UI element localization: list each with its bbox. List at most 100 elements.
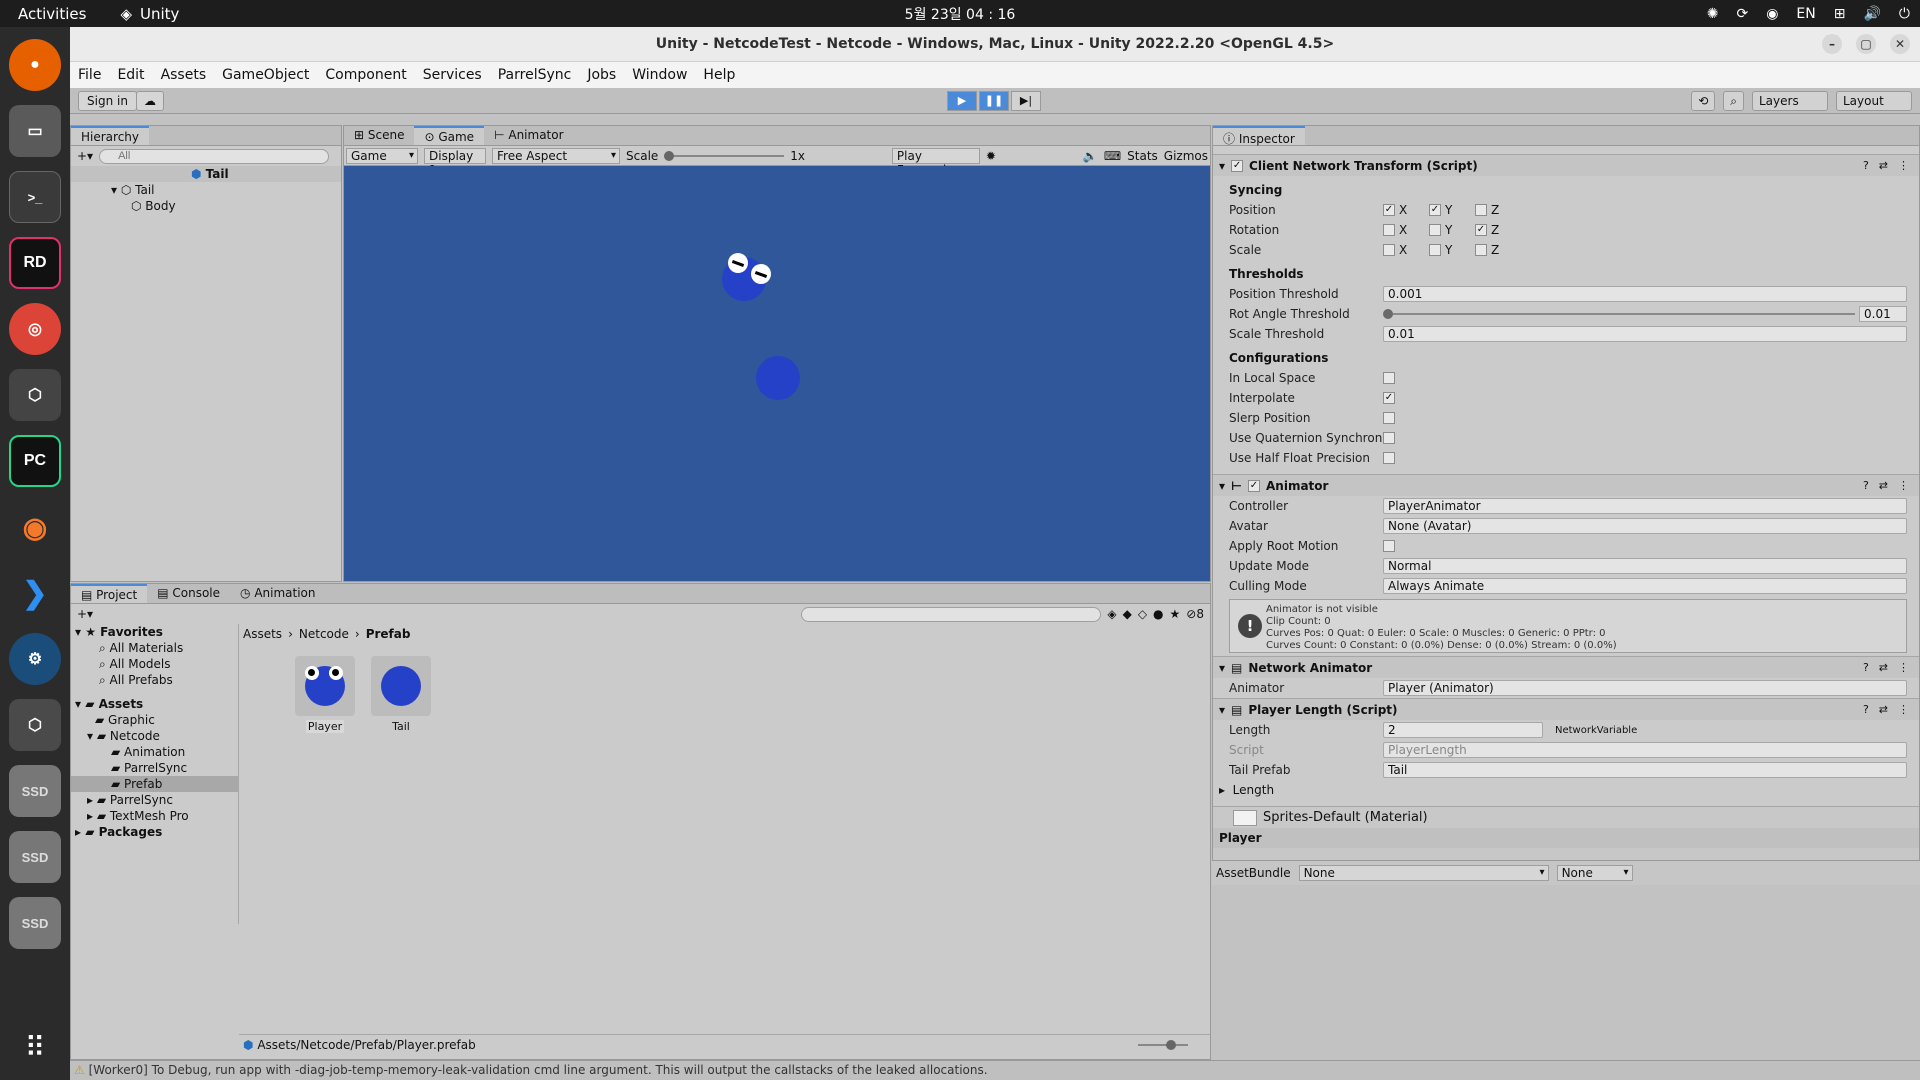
asset-tail-prefab[interactable]: Tail [371,656,431,733]
tab-animation[interactable]: ◷ Animation [230,584,325,603]
add-icon[interactable]: +▾ [77,149,93,163]
help-icon[interactable]: ? [1863,661,1869,674]
rot-angle-threshold-field[interactable]: 0.01 [1859,306,1907,322]
folder-item[interactable]: ▸ ▰ TextMesh Pro [71,808,238,824]
search-icon[interactable]: ⌕ [1723,91,1744,111]
avatar-field[interactable]: None (Avatar) [1383,518,1907,534]
blender-icon[interactable]: ◉ [9,501,61,553]
files-icon[interactable]: ▭ [9,105,61,157]
menu-services[interactable]: Services [423,67,482,83]
tab-scene[interactable]: ⊞ Scene [344,126,414,145]
favorites-item[interactable]: ⌕ All Materials [71,640,238,656]
filter-label-icon[interactable]: ◆ [1123,607,1132,621]
tab-animator[interactable]: ⊢ Animator [484,126,573,145]
position-z-checkbox[interactable] [1475,204,1487,216]
breadcrumb-item[interactable]: Netcode [299,624,349,644]
hierarchy-item[interactable]: ⬡ Body [71,198,341,214]
length-foldout[interactable]: ▸ Length [1213,780,1919,800]
network-animator-header[interactable]: ▾ ▤ Network Animator ? ⇄ ⋮ [1213,656,1919,678]
rotation-x-checkbox[interactable] [1383,224,1395,236]
clock[interactable]: 5월 23일 04 : 16 [905,4,1016,24]
aspect-dropdown[interactable]: Free Aspect [492,147,620,164]
steam-tray-icon[interactable]: ◉ [1766,6,1778,22]
tail-prefab-field[interactable]: Tail [1383,762,1907,778]
controller-field[interactable]: PlayerAnimator [1383,498,1907,514]
folder-item[interactable]: ▰ Animation [71,744,238,760]
hidden-packages-icon[interactable]: ⊘8 [1186,607,1204,621]
app-menu[interactable]: ◈ Unity [104,5,179,23]
activities-button[interactable]: Activities [0,5,104,23]
scale-slider-knob[interactable] [664,150,675,161]
folder-item[interactable]: ▸ ▰ ParrelSync [71,792,238,808]
apply-root-motion-checkbox[interactable] [1383,540,1395,552]
scale-z-checkbox[interactable] [1475,244,1487,256]
firefox-icon[interactable]: ● [9,39,61,91]
tab-hierarchy[interactable]: Hierarchy [71,126,150,145]
tab-console[interactable]: ▤ Console [147,584,230,603]
slider-track[interactable] [1387,313,1855,315]
more-icon[interactable]: ⋮ [1898,703,1909,716]
close-icon[interactable]: ✕ [1890,34,1910,54]
menu-assets[interactable]: Assets [161,67,207,83]
favorites-item[interactable]: ⌕ All Models [71,656,238,672]
layout-dropdown[interactable]: Layout [1836,91,1912,111]
favorites-item[interactable]: ▾ ★ Favorites [71,624,238,640]
asset-player-prefab[interactable]: Player [295,656,355,733]
tab-project[interactable]: ▤ Project [71,584,148,603]
rot-angle-threshold-slider[interactable]: 0.01 [1383,306,1907,322]
unity-hub-icon[interactable]: ⬡ [9,369,61,421]
maximize-icon[interactable]: ▢ [1856,34,1876,54]
rotation-z-checkbox[interactable]: ✓ [1475,224,1487,236]
position-threshold-field[interactable]: 0.001 [1383,286,1907,302]
folder-item[interactable]: ▾ ▰ Assets [71,696,238,712]
client-network-transform-header[interactable]: ▾ ✓ Client Network Transform (Script) ? ⇄… [1213,154,1919,176]
tab-game[interactable]: ⊙ Game [414,126,485,145]
stats-button[interactable]: Stats [1127,149,1158,163]
more-icon[interactable]: ⋮ [1898,159,1909,172]
hierarchy-search-input[interactable] [99,148,330,164]
rotation-y-checkbox[interactable] [1429,224,1441,236]
steam-icon[interactable]: ⚙ [9,633,61,685]
cloud-icon[interactable]: ☁ [136,91,164,111]
keyboard-icon[interactable]: ⌨ [1104,149,1121,163]
scale-threshold-field[interactable]: 0.01 [1383,326,1907,342]
menu-help[interactable]: Help [703,67,735,83]
use-half-float-checkbox[interactable] [1383,452,1395,464]
hierarchy-item[interactable]: ▾ ⬡ Tail [71,182,341,198]
material-header[interactable]: Sprites-Default (Material) [1213,806,1919,828]
help-icon[interactable]: ? [1863,703,1869,716]
color-picker-icon[interactable]: ✺ [1707,6,1719,22]
foldout-icon[interactable]: ▾ [1219,159,1225,173]
presets-icon[interactable]: ⇄ [1879,159,1888,172]
play-focused-dropdown[interactable]: Play Focused [891,147,980,177]
ssd-drive-icon[interactable]: SSD [9,897,61,949]
update-mode-dropdown[interactable]: Normal [1383,558,1907,574]
undo-history-icon[interactable]: ⟲ [1691,91,1716,111]
menu-file[interactable]: File [78,67,101,83]
volume-icon[interactable]: 🔊 [1863,6,1880,22]
help-icon[interactable]: ? [1863,479,1869,492]
game-canvas[interactable] [344,166,1210,581]
foldout-icon[interactable]: ▾ [1219,661,1225,675]
more-icon[interactable]: ⋮ [1898,479,1909,492]
sync-icon[interactable]: ⟳ [1736,6,1748,22]
presets-icon[interactable]: ⇄ [1879,703,1888,716]
foldout-icon[interactable]: ▾ [1219,703,1225,717]
rider-icon[interactable]: RD [9,237,61,289]
language-indicator[interactable]: EN [1796,6,1815,22]
vscode-icon[interactable]: ❯ [9,567,61,619]
play-button[interactable]: ▶ [947,91,977,111]
pause-button[interactable]: ❚❚ [979,91,1009,111]
slider-knob[interactable] [1383,309,1393,319]
show-apps-icon[interactable]: ⠿ [25,1031,46,1064]
chrome-icon[interactable]: ◎ [9,303,61,355]
filter-type-icon[interactable]: ◈ [1107,607,1116,621]
animator-header[interactable]: ▾ ⊢ ✓ Animator ? ⇄ ⋮ [1213,474,1919,496]
scale-slider[interactable] [664,150,785,161]
position-x-checkbox[interactable]: ✓ [1383,204,1395,216]
in-local-space-checkbox[interactable] [1383,372,1395,384]
asset-bundle-variant-dropdown[interactable]: None [1556,865,1633,881]
icon-size-slider[interactable] [1138,1040,1188,1050]
component-enabled-checkbox[interactable]: ✓ [1231,159,1244,172]
folder-item[interactable]: ▰ Prefab [71,776,238,792]
